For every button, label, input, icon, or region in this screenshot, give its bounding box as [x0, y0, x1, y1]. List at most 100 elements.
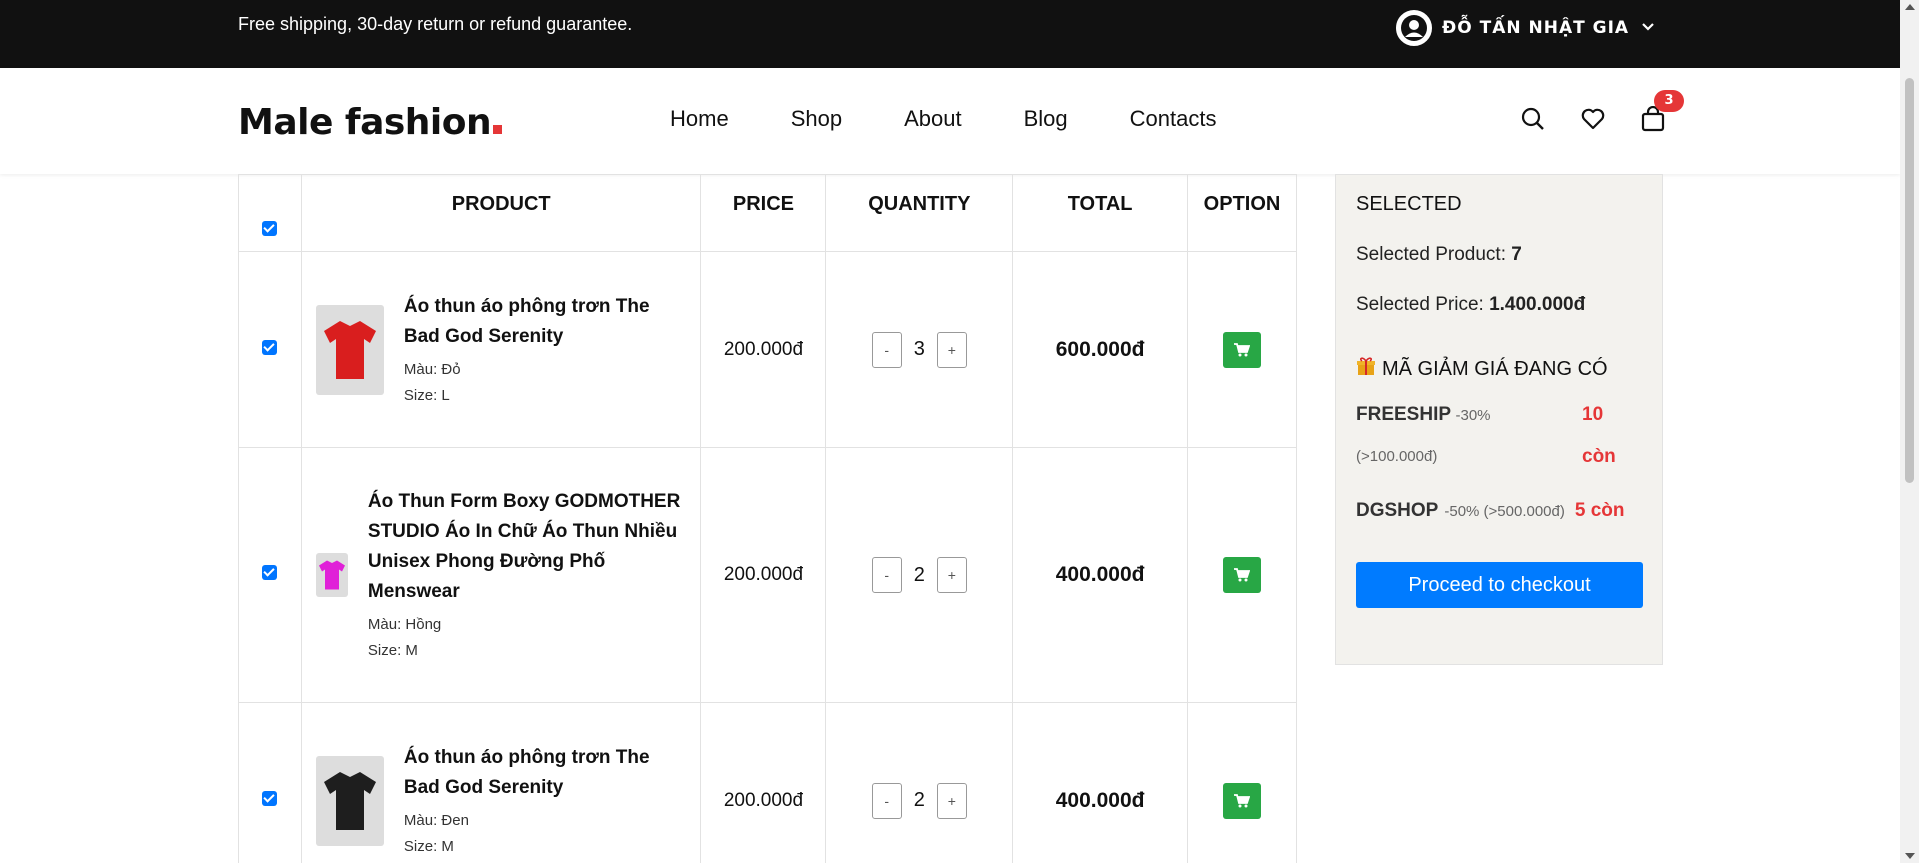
quantity-value: 2 [913, 563, 925, 586]
table-row: Áo thun áo phông trơn The Bad God Sereni… [238, 251, 1297, 448]
product-cell: Áo Thun Form Boxy GODMOTHER STUDIO Áo In… [300, 447, 702, 703]
row-checkbox[interactable] [262, 565, 278, 580]
row-check-cell [238, 702, 302, 863]
increase-button[interactable]: + [936, 557, 967, 593]
decrease-button[interactable]: - [871, 331, 902, 368]
product-color: Màu: Đỏ [403, 360, 461, 378]
decrease-button[interactable]: - [871, 557, 902, 593]
selection-summary: SELECTED Selected Product: 7 Selected Pr… [1335, 174, 1663, 665]
table-row: Áo Thun Form Boxy GODMOTHER STUDIO Áo In… [238, 447, 1297, 703]
proceed-to-checkout-button[interactable]: Proceed to checkout [1356, 562, 1643, 608]
quantity-cell: - 2 + [825, 447, 1014, 703]
coupon-freeship[interactable]: FREESHIP -30% 10 (>100.000đ) còn [1356, 404, 1642, 468]
cart-table: PRODUCT PRICE QUANTITY TOTAL OPTION Áo t… [238, 174, 1297, 863]
page-scrollbar[interactable] [1900, 0, 1919, 863]
gift-icon [1356, 356, 1376, 382]
cart-count-badge: 3 [1654, 90, 1684, 112]
product-size: Size: M [403, 837, 454, 855]
nav-home[interactable]: Home [670, 106, 729, 132]
row-checkbox[interactable] [262, 790, 278, 806]
product-color: Màu: Hồng [367, 616, 442, 633]
header-option: OPTION [1187, 174, 1297, 252]
main-nav: Home Shop About Blog Contacts [670, 106, 1216, 132]
table-header-row: PRODUCT PRICE QUANTITY TOTAL OPTION [238, 174, 1297, 252]
quantity-stepper: - 2 + [826, 782, 1012, 819]
header-price: PRICE [700, 174, 827, 252]
product-name[interactable]: Áo thun áo phông trơn The Bad God Sereni… [404, 292, 687, 352]
quantity-stepper: - 3 + [826, 331, 1012, 368]
coupon-minimum: (>100.000đ) [1356, 448, 1438, 465]
nav-shop[interactable]: Shop [791, 106, 842, 132]
quantity-value: 2 [913, 789, 925, 811]
row-checkbox[interactable] [262, 339, 278, 355]
scrollbar-thumb[interactable] [1905, 78, 1914, 483]
row-total: 600.000đ [1012, 251, 1189, 448]
user-menu[interactable]: ĐỖ TẤN NHẬT GIA [1396, 10, 1655, 46]
nav-about[interactable]: About [904, 106, 962, 132]
logo[interactable]: Male fashion [238, 102, 503, 143]
search-icon[interactable] [1520, 106, 1546, 132]
site-header: Male fashion Home Shop About Blog Contac… [0, 68, 1900, 174]
decrease-button[interactable]: - [871, 782, 902, 819]
summary-title: SELECTED [1356, 193, 1462, 215]
add-to-cart-button[interactable] [1223, 331, 1261, 368]
selected-price-value: 1.400.000đ [1489, 294, 1586, 315]
cart-icon [1234, 342, 1250, 356]
selected-price-label: Selected Price: [1356, 294, 1484, 315]
coupon-discount: -30% [1455, 407, 1491, 424]
increase-button[interactable]: + [936, 782, 967, 819]
option-cell [1187, 447, 1297, 703]
coupon-code: FREESHIP [1356, 404, 1452, 425]
coupon-remaining-unit: còn [1582, 446, 1616, 467]
selected-product-label: Selected Product: [1356, 244, 1506, 265]
coupon-discount: -50% (>500.000đ) [1444, 503, 1565, 520]
heart-icon[interactable] [1580, 106, 1606, 132]
product-thumbnail[interactable] [315, 304, 384, 395]
table-row: Áo thun áo phông trơn The Bad God Sereni… [238, 702, 1297, 863]
row-total: 400.000đ [1012, 447, 1189, 703]
coupon-remaining: 10 [1582, 404, 1604, 425]
header-quantity: QUANTITY [825, 174, 1014, 252]
add-to-cart-button[interactable] [1223, 782, 1261, 819]
scroll-up-arrow-icon[interactable] [1905, 4, 1915, 10]
select-all-checkbox[interactable] [262, 221, 278, 236]
increase-button[interactable]: + [936, 331, 967, 368]
header-product: PRODUCT [300, 174, 702, 252]
logo-dot [493, 125, 503, 134]
product-color: Màu: Đen [403, 811, 469, 829]
product-price: 200.000đ [700, 447, 827, 703]
coupon-code: DGSHOP [1356, 500, 1439, 521]
product-price: 200.000đ [700, 702, 827, 863]
selected-product-line: Selected Product: 7 [1356, 244, 1642, 266]
selected-price-line: Selected Price: 1.400.000đ [1356, 294, 1642, 316]
scroll-down-arrow-icon[interactable] [1905, 853, 1915, 859]
product-name[interactable]: Áo Thun Form Boxy GODMOTHER STUDIO Áo In… [368, 487, 687, 607]
cart-icon [1234, 568, 1250, 582]
shopping-bag-icon[interactable]: 3 [1640, 90, 1684, 132]
product-name[interactable]: Áo thun áo phông trơn The Bad God Sereni… [404, 743, 687, 803]
row-check-cell [238, 251, 302, 448]
coupon-dgshop[interactable]: DGSHOP -50% (>500.000đ) 5 còn [1356, 500, 1642, 522]
nav-blog[interactable]: Blog [1024, 106, 1068, 132]
chevron-down-icon [1641, 20, 1655, 36]
product-price: 200.000đ [700, 251, 827, 448]
option-cell [1187, 702, 1297, 863]
quantity-stepper: - 2 + [826, 557, 1012, 593]
promo-text: Free shipping, 30-day return or refund g… [238, 14, 633, 34]
nav-contacts[interactable]: Contacts [1130, 106, 1217, 132]
add-to-cart-button[interactable] [1223, 557, 1261, 593]
product-thumbnail[interactable] [315, 553, 348, 597]
row-total: 400.000đ [1012, 702, 1189, 863]
header-total: TOTAL [1012, 174, 1189, 252]
quantity-cell: - 2 + [825, 702, 1014, 863]
product-size: Size: M [367, 642, 418, 659]
header-icons: 3 [1520, 90, 1684, 132]
product-thumbnail[interactable] [315, 755, 384, 846]
user-name: ĐỖ TẤN NHẬT GIA [1442, 18, 1630, 38]
select-all-cell [238, 174, 302, 252]
coupon-remaining: 5 còn [1574, 500, 1625, 521]
row-check-cell [238, 447, 302, 703]
quantity-value: 3 [913, 338, 925, 360]
top-bar: Free shipping, 30-day return or refund g… [0, 0, 1900, 68]
option-cell [1187, 251, 1297, 448]
